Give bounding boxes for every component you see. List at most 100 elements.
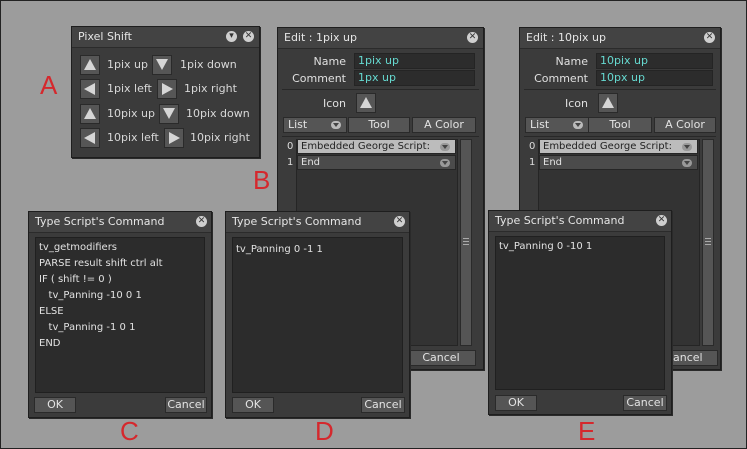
scroll-grip [463, 241, 469, 242]
script-d-titlebar: Type Script's Command ✕ [226, 212, 409, 233]
separator [524, 136, 716, 137]
1pix-left-label: 1pix left [107, 82, 152, 95]
command-row-text: End [301, 157, 321, 168]
code-line: tv_Panning 0 -1 1 [236, 244, 323, 255]
1pix-down-label: 1pix down [180, 58, 237, 71]
cancel-button[interactable]: Cancel [165, 397, 207, 413]
row-number: 1 [529, 157, 536, 168]
code-line: ELSE [39, 306, 64, 317]
chevron-down-icon [682, 159, 692, 167]
script-e-titlebar: Type Script's Command ✕ [489, 211, 671, 232]
10pix-down-label: 10pix down [186, 107, 250, 120]
icon-picker-button[interactable] [598, 93, 618, 113]
chevron-down-icon [440, 159, 450, 167]
label-b: B [253, 165, 271, 195]
comment-field[interactable]: 1px up [354, 70, 475, 86]
list-dropdown[interactable]: List [525, 117, 589, 133]
script-c-titlebar: Type Script's Command ✕ [29, 212, 211, 233]
arrow-left-icon [84, 83, 95, 95]
a-color-button[interactable]: A Color [412, 117, 476, 133]
name-label: Name [555, 55, 588, 68]
10pix-right-button[interactable] [164, 128, 184, 148]
code-line: tv_getmodifiers [39, 242, 118, 253]
cancel-button[interactable]: Cancel [361, 397, 405, 413]
cancel-button[interactable]: ancel [670, 350, 718, 366]
tool-button[interactable]: Tool [588, 117, 652, 133]
code-line: tv_Panning -10 0 1 [39, 290, 142, 301]
close-icon[interactable]: ✕ [196, 216, 207, 227]
close-icon[interactable]: ✕ [243, 31, 254, 42]
scroll-grip [705, 244, 711, 245]
row-number: 0 [287, 141, 294, 152]
1pix-up-button[interactable] [80, 55, 100, 75]
comment-label: Comment [534, 72, 588, 85]
script-d-editor[interactable]: tv_Panning 0 -1 1 [232, 237, 403, 393]
1pix-left-button[interactable] [80, 79, 100, 99]
edit-1pix-title: Edit : 1pix up [284, 31, 357, 44]
script-window-e: Type Script's Command ✕ tv_Panning 0 -10… [488, 210, 672, 415]
pixel-shift-titlebar: Pixel Shift ▾ ✕ [72, 27, 259, 48]
pixel-shift-title: Pixel Shift [78, 30, 132, 43]
script-window-d: Type Script's Command ✕ tv_Panning 0 -1 … [225, 211, 410, 418]
command-row-1[interactable]: End [539, 155, 698, 170]
10pix-up-label: 10pix up [107, 107, 155, 120]
command-row-text: Embedded George Script: [301, 141, 430, 152]
scroll-grip [705, 241, 711, 242]
10pix-down-button[interactable] [159, 104, 179, 124]
10pix-left-button[interactable] [80, 128, 100, 148]
icon-label: Icon [323, 97, 346, 110]
close-icon[interactable]: ✕ [656, 215, 667, 226]
cancel-button[interactable]: Cancel [623, 395, 667, 411]
10pix-up-button[interactable] [80, 104, 100, 124]
arrow-down-icon [156, 59, 168, 70]
arrow-up-icon [360, 97, 372, 108]
chevron-down-icon[interactable]: ▾ [226, 31, 237, 42]
chevron-down-icon [682, 143, 692, 151]
code-line: PARSE result shift ctrl alt [39, 258, 163, 269]
code-line: tv_Panning -1 0 1 [39, 322, 136, 333]
name-label: Name [313, 55, 346, 68]
command-row-0[interactable]: Embedded George Script: [297, 139, 456, 154]
close-icon[interactable]: ✕ [704, 32, 715, 43]
1pix-right-button[interactable] [157, 79, 177, 99]
close-icon[interactable]: ✕ [467, 32, 478, 43]
icon-picker-button[interactable] [356, 93, 376, 113]
chevron-down-icon [440, 143, 450, 151]
command-row-text: End [543, 157, 563, 168]
name-field[interactable]: 1pix up [354, 53, 475, 69]
separator [282, 89, 479, 90]
row-number: 0 [529, 141, 536, 152]
ok-button[interactable]: OK [34, 397, 76, 413]
script-c-editor[interactable]: tv_getmodifiers PARSE result shift ctrl … [35, 237, 205, 393]
list-dropdown[interactable]: List [283, 117, 347, 133]
script-e-editor[interactable]: tv_Panning 0 -10 1 [495, 236, 665, 390]
script-e-title: Type Script's Command [495, 214, 625, 227]
comment-field[interactable]: 10px up [596, 70, 713, 86]
arrow-down-icon [163, 108, 175, 119]
arrow-up-icon [602, 97, 614, 108]
arrow-right-icon [162, 83, 173, 95]
script-c-title: Type Script's Command [35, 215, 165, 228]
comment-label: Comment [292, 72, 346, 85]
ok-button[interactable]: OK [495, 395, 537, 411]
list-dropdown-label: List [530, 118, 550, 131]
icon-label: Icon [565, 97, 588, 110]
ok-button[interactable]: OK [232, 397, 274, 413]
close-icon[interactable]: ✕ [394, 216, 405, 227]
cancel-button[interactable]: Cancel [406, 350, 476, 366]
command-row-1[interactable]: End [297, 155, 456, 170]
command-row-0[interactable]: Embedded George Script: [539, 139, 698, 154]
list-dropdown-label: List [288, 118, 308, 131]
command-list-scrollbar[interactable] [702, 139, 714, 346]
scroll-grip [463, 244, 469, 245]
name-field[interactable]: 10pix up [596, 53, 713, 69]
a-color-button[interactable]: A Color [654, 117, 716, 133]
1pix-right-label: 1pix right [184, 82, 237, 95]
label-a: A [40, 70, 58, 100]
label-d: D [315, 416, 334, 446]
command-list-scrollbar[interactable] [460, 139, 472, 346]
tool-button[interactable]: Tool [348, 117, 410, 133]
arrow-left-icon [84, 132, 95, 144]
1pix-down-button[interactable] [152, 55, 172, 75]
code-line: END [39, 338, 61, 349]
